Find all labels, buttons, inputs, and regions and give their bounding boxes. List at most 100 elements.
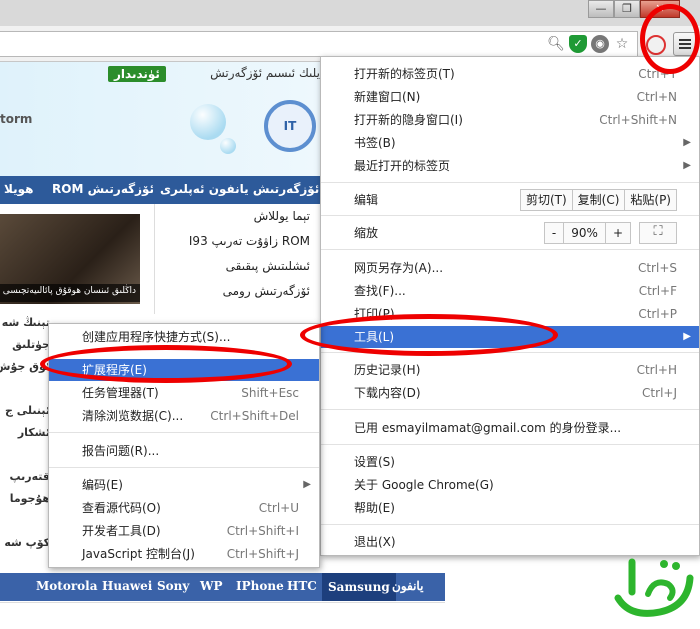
nav-item-home[interactable]: هويلا (4, 182, 33, 196)
menu-item-shortcut: Ctrl+F (638, 284, 677, 298)
list-item[interactable] (0, 444, 50, 466)
article-list: تېما يوللاش ROM زاۋۇت تەرىپ I93 ئىشلىتىش… (154, 204, 320, 314)
submenu-item-extensions[interactable]: 扩展程序(E) (49, 359, 319, 381)
menu-item-shortcut: Shift+Esc (241, 386, 299, 400)
list-item[interactable]: ئوق جۇش (0, 356, 50, 378)
menu-item-downloads[interactable]: 下载内容(D) Ctrl+J (321, 382, 699, 404)
fullscreen-icon[interactable]: ⛶ (639, 222, 677, 244)
menu-item-shortcut: Ctrl+T (638, 67, 677, 81)
address-bar[interactable]: 🔍︎ ✓ ◉ ☆ (0, 31, 638, 57)
tab-htc[interactable]: HTC (287, 579, 317, 593)
article-snippets: تېنىڭ شە جۈتلىق ئوق جۇش ئېنىلى ج ئشكار ق… (0, 312, 50, 557)
submenu-item-create-shortcut[interactable]: 创建应用程序快捷方式(S)... (49, 326, 319, 348)
tools-submenu: 创建应用程序快捷方式(S)... 扩展程序(E) 任务管理器(T) Shift+… (48, 323, 320, 568)
menu-divider (321, 444, 699, 445)
paste-button[interactable]: 粘贴(P) (624, 189, 677, 211)
menu-item-shortcut: Ctrl+N (636, 90, 677, 104)
menu-item-label: 编码(E) (82, 478, 123, 492)
menu-item-help[interactable]: 帮助(E) (321, 497, 699, 519)
menu-item-tools[interactable]: 工具(L) ▶ (321, 326, 699, 348)
list-item[interactable] (0, 378, 50, 400)
list-item[interactable]: ئۆزگەرتىش رومى (155, 279, 320, 304)
menu-item-label: 任务管理器(T) (82, 386, 159, 400)
list-item[interactable]: ھۇجوما (0, 488, 50, 510)
menu-item-find[interactable]: 查找(F)... Ctrl+F (321, 280, 699, 302)
nav-item-apps[interactable]: ئۆزگەرتىش يانفون ئەپلىرى (160, 182, 319, 196)
chevron-right-icon: ▶ (683, 331, 691, 342)
submenu-item-dev-tools[interactable]: 开发者工具(D) Ctrl+Shift+I (49, 520, 319, 542)
bookmark-star-icon[interactable]: ☆ (613, 35, 631, 53)
cut-button[interactable]: 剪切(T) (519, 189, 573, 211)
list-item[interactable]: تېما يوللاش (155, 204, 320, 229)
extension-icon[interactable] (646, 35, 666, 55)
wechat-badge[interactable]: ئۈندىدار (108, 66, 166, 82)
shield-check-icon[interactable]: ✓ (569, 35, 587, 53)
menu-item-shortcut: Ctrl+Shift+Del (210, 409, 299, 423)
zoom-in-button[interactable]: + (604, 222, 631, 244)
menu-item-settings[interactable]: 设置(S) (321, 451, 699, 473)
menu-item-label: 设置(S) (354, 455, 395, 469)
submenu-item-view-source[interactable]: 查看源代码(O) Ctrl+U (49, 497, 319, 519)
list-item[interactable]: كۆپ شە (0, 532, 50, 554)
tab-sony[interactable]: Sony (157, 579, 189, 593)
tab-samsung[interactable]: Samsung (322, 573, 396, 601)
submenu-item-clear-data[interactable]: 清除浏览数据(C)... Ctrl+Shift+Del (49, 405, 319, 427)
globe-icon[interactable]: ◉ (591, 35, 609, 53)
list-item[interactable]: ئېنىلى ج (0, 400, 50, 422)
list-item[interactable]: ئشكار (0, 422, 50, 444)
submenu-item-encoding[interactable]: 编码(E) ▶ (49, 474, 319, 496)
zoom-magnifier-icon[interactable]: 🔍︎ (547, 35, 565, 53)
tab-motorola[interactable]: Motorola (36, 579, 98, 593)
site-logo[interactable]: IT (264, 100, 316, 152)
restore-button[interactable]: ❐ (614, 0, 640, 18)
menu-item-recent-tabs[interactable]: 最近打开的标签页 ▶ (321, 155, 699, 177)
menu-item-label: 退出(X) (354, 535, 396, 549)
close-button[interactable]: ✕ (640, 0, 680, 18)
minimize-button[interactable]: — (588, 0, 614, 18)
menu-item-shortcut: Ctrl+P (638, 307, 677, 321)
menu-item-incognito[interactable]: 打开新的隐身窗口(I) Ctrl+Shift+N (321, 109, 699, 131)
submenu-item-js-console[interactable]: JavaScript 控制台(J) Ctrl+Shift+J (49, 543, 319, 565)
chrome-menu-button[interactable] (673, 32, 697, 56)
tab-phones[interactable]: يانفون (392, 579, 423, 593)
list-item[interactable]: ئىشلىتىش پىقىقى (155, 254, 320, 279)
menu-item-about[interactable]: 关于 Google Chrome(G) (321, 474, 699, 496)
zoom-out-button[interactable]: - (543, 222, 565, 244)
menu-item-edit: 编辑 剪切(T) 复制(C) 粘贴(P) (321, 189, 699, 211)
copy-button[interactable]: 复制(C) (571, 189, 626, 211)
banner-brand: torm (0, 112, 33, 126)
nav-item-rom[interactable]: ROM ئۆزگەرتىش (52, 182, 154, 196)
list-item[interactable]: ROM زاۋۇت تەرىپ I93 (155, 229, 320, 254)
menu-item-label: 查找(F)... (354, 284, 406, 298)
menu-item-label: 创建应用程序快捷方式(S)... (82, 330, 231, 344)
tab-wp[interactable]: WP (200, 579, 223, 593)
menu-item-new-window[interactable]: 新建窗口(N) Ctrl+N (321, 86, 699, 108)
menu-item-zoom: 缩放 - 90% + ⛶ (321, 222, 699, 244)
menu-item-new-tab[interactable]: 打开新的标签页(T) Ctrl+T (321, 63, 699, 85)
list-item[interactable]: جۈتلىق (0, 334, 50, 356)
menu-item-label: JavaScript 控制台(J) (82, 547, 195, 561)
menu-item-label: 新建窗口(N) (354, 90, 421, 104)
tab-huawei[interactable]: Huawei (102, 579, 152, 593)
menu-item-label: 扩展程序(E) (82, 363, 147, 377)
menu-item-save-page[interactable]: 网页另存为(A)... Ctrl+S (321, 257, 699, 279)
menu-item-label: 查看源代码(O) (82, 501, 161, 515)
tab-iphone[interactable]: IPhone (236, 579, 284, 593)
submenu-item-report-issue[interactable]: 报告问题(R)... (49, 440, 319, 462)
photo-caption: داڭلىق ئىنسان ھوقۇق پائالىيەتچىسى ماندىل… (0, 284, 140, 302)
list-item[interactable] (0, 510, 50, 532)
list-item[interactable]: تېنىڭ شە (0, 312, 50, 334)
menu-item-bookmarks[interactable]: 书签(B) ▶ (321, 132, 699, 154)
address-bar-icons: 🔍︎ ✓ ◉ ☆ (547, 35, 631, 53)
menu-item-label: 网页另存为(A)... (354, 261, 444, 275)
menu-item-history[interactable]: 历史记录(H) Ctrl+H (321, 359, 699, 381)
chevron-right-icon: ▶ (683, 137, 691, 148)
menu-divider (321, 182, 699, 183)
menu-item-label: 工具(L) (354, 330, 395, 344)
menu-item-signed-in[interactable]: 已用 esmayilmamat@gmail.com 的身份登录... (321, 417, 699, 439)
list-item[interactable]: قتەرىپ (0, 466, 50, 488)
window-titlebar: — ❐ ✕ (0, 0, 700, 26)
menu-item-print[interactable]: 打印(P)... Ctrl+P (321, 303, 699, 325)
chrome-main-menu: 打开新的标签页(T) Ctrl+T 新建窗口(N) Ctrl+N 打开新的隐身窗… (320, 56, 700, 556)
submenu-item-task-manager[interactable]: 任务管理器(T) Shift+Esc (49, 382, 319, 404)
